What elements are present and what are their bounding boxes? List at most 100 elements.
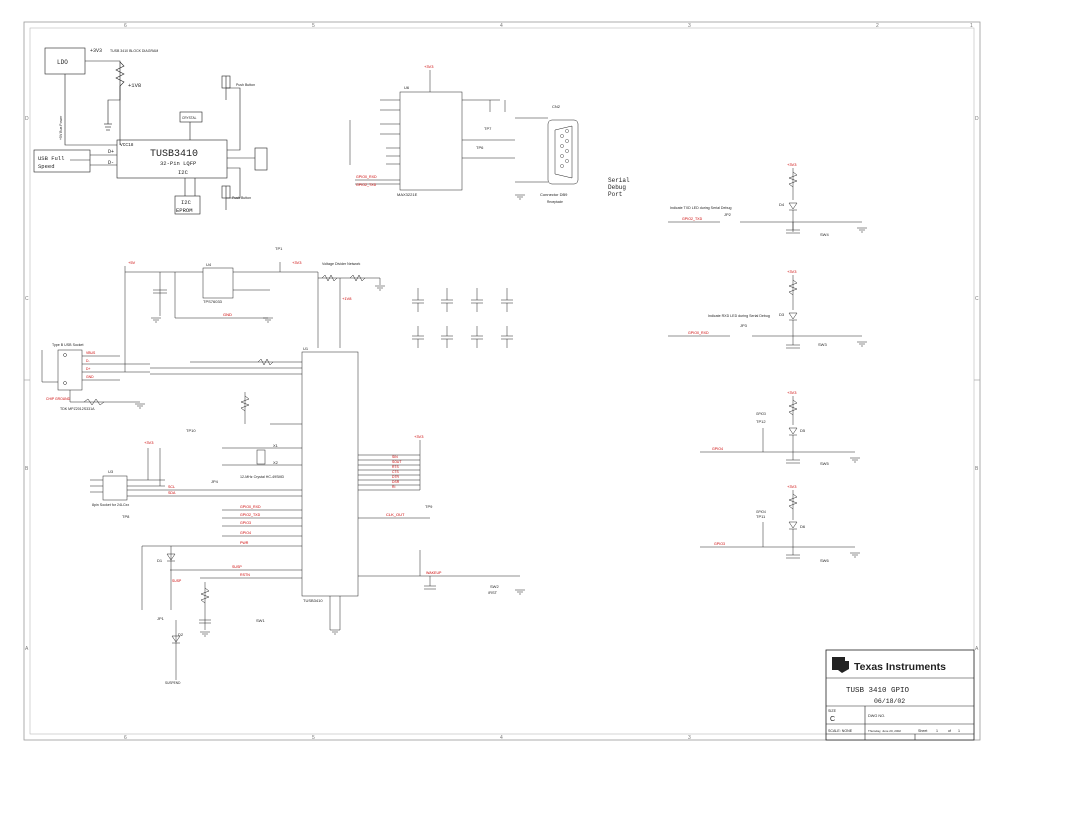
sw2-ref: SW2 [490,584,499,589]
row-label: C [975,296,979,302]
led-circuits [668,168,862,559]
col-label: 2 [876,23,879,29]
row-label: D [25,116,29,122]
y1-crystal [256,449,266,465]
gpio4-tp: GPIO4 [756,510,766,514]
net-gpio0-rxd-main: GPIO0_RXD [240,505,261,509]
v33-led-2: +3V3 [787,269,797,274]
net-chip-ground: CHIP GROUND [46,397,71,401]
crystal-label: 12-MHz Crystal HC-49SMD [240,475,285,479]
net-dtr: DTR [392,475,400,479]
col-label: 3 [688,23,691,29]
u1-body [301,351,359,597]
tp11-ref: TP11 [756,514,766,519]
net-gnd-usb: GND [86,375,94,379]
jp1-ref: JP1 [157,616,165,621]
net-sda: SDA [168,491,176,495]
net-wakeup: WAKEUP [426,571,442,575]
push-button-label-1: Push Button [236,83,255,87]
block-title: +3V3 [90,48,102,54]
chip-label: TUSB3410 [150,149,198,160]
row-label: A [25,646,29,652]
sw5-ref: SW5 [820,461,829,466]
net-vbus: VBUS [86,351,96,355]
usb-label-2: Speed [38,163,55,170]
net-dp: D+ [86,367,90,371]
tdk-label: TDK MPZ2012S331A [60,407,95,411]
border-columns: 6 5 4 3 2 1 6 5 4 3 2 [124,23,973,741]
gpio2-txd-net: GPIO2_TXD [356,183,377,187]
cn2-ref: CN2 [552,104,561,109]
net-sin: SIN [392,455,398,459]
net-gpio0-rxd: GPIO0_RXD [688,331,709,335]
db9-pins [560,129,569,168]
tp1-ref: TP1 [275,246,283,251]
v33-led-1: +3V3 [787,162,797,167]
d2-ref: D2 [178,632,184,637]
d1-ref: D1 [157,558,163,563]
col-label: 4 [500,23,503,29]
tp10-ref: TP10 [186,428,196,433]
net-clkout: CLK_OUT [386,512,405,517]
col-label: 5 [312,735,315,741]
u3-ref: U3 [108,469,114,474]
push-button-label-2: Push Button [232,196,251,200]
txd-led-note: Indicate TXD LED during Serial Debug [670,206,731,210]
col-label: 6 [124,23,127,29]
size-value: C [830,716,835,723]
net-x1: X1 [273,443,279,448]
net-sout: SOUT [392,460,401,464]
jp3-ref: JP3 [740,323,748,328]
title-block: Texas Instruments TUSB 3410 GPIO 06/18/0… [825,649,975,741]
row-label: C [25,296,29,302]
vdivider-label: Voltage Divider Network [322,262,361,266]
v33-net: +3V3 [424,64,434,69]
col-label: 5 [312,23,315,29]
block-diagram [33,47,268,215]
d6-ref: D6 [800,524,806,529]
row-label: B [25,466,29,472]
net-pwr: PWR [240,541,249,545]
gnd-net: GND [223,312,232,317]
pkg-label: 32-Pin LQFP [160,160,196,167]
net-rstn: RSTN [240,573,250,577]
sw3-ref: SW3 [818,342,827,347]
schematic-sheet: 6 5 4 3 2 1 6 5 4 3 2 D C B A D C B A [23,21,981,741]
eeprom-label-2: EPROM [176,207,193,214]
jp2-ref: JP2 [724,212,732,217]
u4-body [202,267,234,299]
block-diagram-text: +3V3 TUSB 3410 BLOCK DIAGRAM LDO +1V8 VC… [38,48,255,214]
decoupling-caps [412,288,513,348]
io-connector-box [254,147,268,171]
tp9-ref: TP9 [425,504,433,509]
net-gpio4: GPIO4 [712,447,723,451]
vbus-label: +5V Bus Power [59,115,63,140]
drawing-date: 06/18/02 [874,698,905,705]
suspend-label: SUSPEND [165,681,181,685]
d4-ref: D4 [779,202,785,207]
u6-ref: U6 [404,85,410,90]
v5-net: +5V [128,260,136,265]
row-label: D [975,116,979,122]
net-dsr: DSR [392,480,400,484]
border-rows: D C B A D C B A [25,116,979,652]
net-gpio3-main: GPIO3 [240,521,251,525]
dp-label: D+ [108,149,114,155]
net-cts: CTS [392,470,400,474]
u3-body [102,475,128,501]
net-gpio3: GPIO3 [714,542,725,546]
d3-ref: D3 [779,312,785,317]
net-rts: RTS [392,465,399,469]
power-text: U4 TPS76033 Voltage Divider Network +1V8… [128,246,361,317]
row-label: B [975,466,979,472]
net-scl: SCL [168,485,175,489]
col-label: 3 [688,735,691,741]
sheet-number: 1 [936,729,938,733]
sw4-ref: SW4 [820,232,829,237]
u4-ref: U4 [206,262,212,267]
eeprom-label-1: I2C [181,199,192,206]
company-name: Texas Instruments [854,661,946,673]
usb-socket-body [57,349,83,391]
eeprom-socket-label: 8pin Socket for 24LCxx [92,503,129,507]
tp7-ref: TP7 [484,126,492,131]
